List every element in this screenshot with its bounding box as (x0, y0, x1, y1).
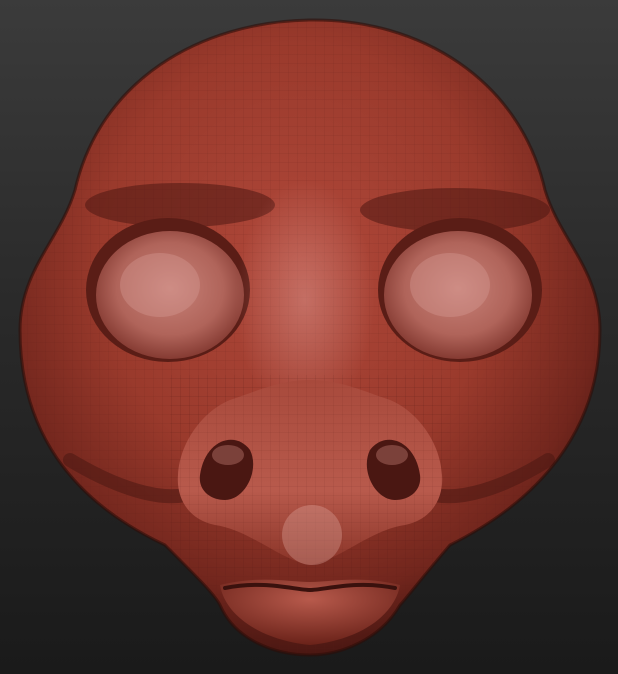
left-eye-socket (86, 218, 250, 362)
3d-viewport[interactable] (0, 0, 618, 674)
right-eye-socket (378, 218, 542, 362)
sculpted-head-model[interactable] (0, 0, 618, 674)
philtrum (282, 505, 342, 565)
